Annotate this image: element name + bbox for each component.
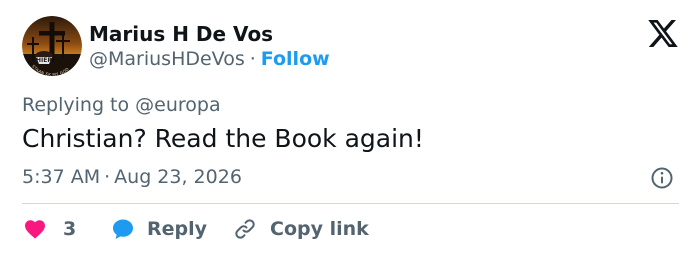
reply-target-handle[interactable]: @europa [135,94,220,116]
replying-to: Replying to @europa [22,93,221,117]
follow-button[interactable]: Follow [261,48,330,70]
reply-button[interactable]: Reply [110,216,207,242]
info-icon[interactable] [650,166,674,190]
heart-icon [25,220,45,239]
avatar[interactable]: HIER STAAN EK MY GOD [22,16,82,76]
user-handle[interactable]: @MariusHDeVos [89,48,245,70]
like-count: 3 [63,218,77,240]
x-logo-icon[interactable] [648,20,678,47]
replying-prefix: Replying to [22,94,130,116]
reply-label: Reply [147,218,208,240]
avatar-image: HIER STAAN EK MY GOD [22,16,82,76]
tweet-time: 5:37 AM [22,166,101,188]
handle-row: @MariusHDeVos · Follow [89,47,330,71]
separator-dot: · [249,48,256,70]
avatar-badge-text: HIER [36,57,52,64]
copy-link-label: Copy link [270,218,369,240]
tweet-text: Christian? Read the Book again! [22,124,424,153]
timestamp[interactable]: 5:37 AM · Aug 23, 2026 [22,165,242,189]
speech-bubble-icon [113,219,133,239]
separator-dot: · [104,166,111,188]
link-icon [235,219,255,239]
tweet-date: Aug 23, 2026 [114,166,242,188]
like-button[interactable]: 3 [22,216,76,242]
copy-link-button[interactable]: Copy link [232,216,369,242]
divider [22,203,679,204]
display-name[interactable]: Marius H De Vos [89,22,273,46]
